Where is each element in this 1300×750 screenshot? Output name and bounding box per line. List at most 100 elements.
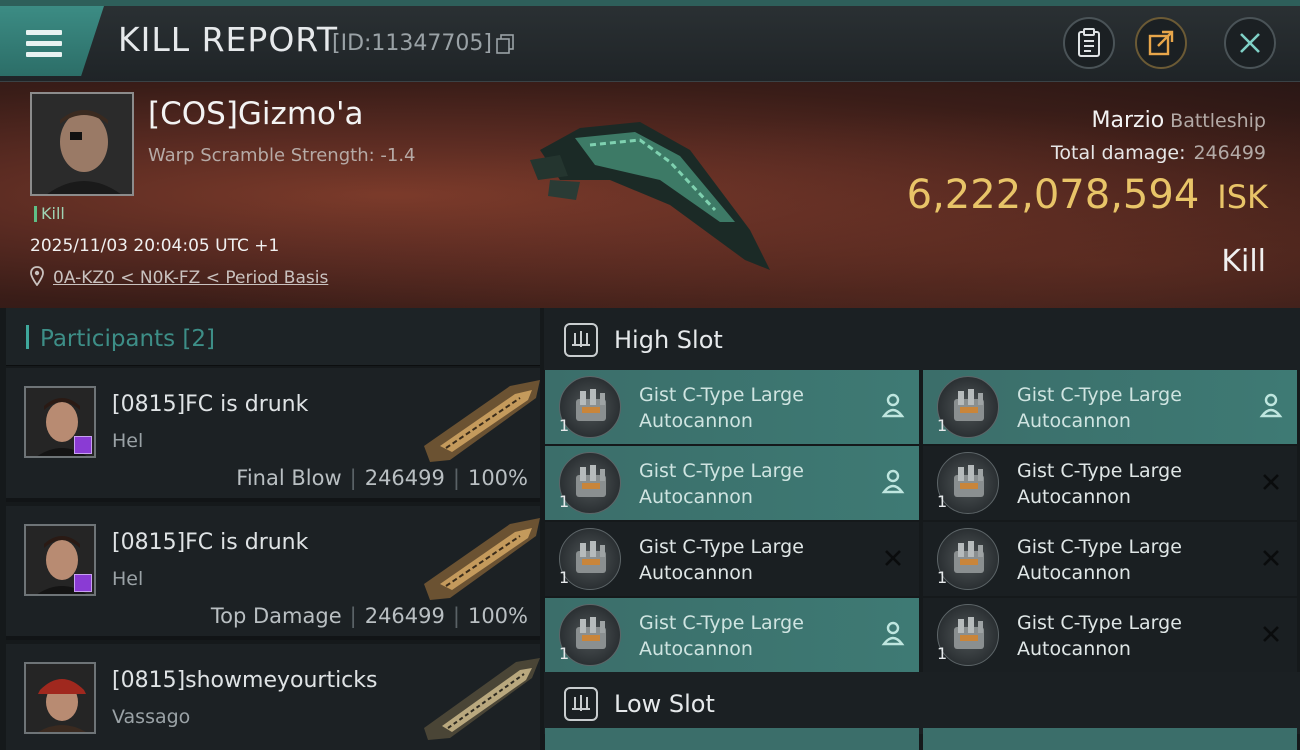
module-name: Gist C-Type Large Autocannon xyxy=(1017,460,1182,508)
ship-name: Marzio xyxy=(1091,108,1165,133)
kill-location[interactable]: 0A-KZ0 < N0K-FZ < Period Basis xyxy=(30,266,328,291)
module-quantity: 1 xyxy=(937,568,948,587)
victim-portrait[interactable] xyxy=(30,92,134,196)
participants-title: Participants [2] xyxy=(40,326,215,352)
report-id: [ID:11347705] xyxy=(332,31,492,56)
participant-stats: Top Damage | 246499 | 100% xyxy=(210,604,528,628)
module-name: Gist C-Type Large Autocannon xyxy=(1017,384,1182,432)
high-slot-label: High Slot xyxy=(614,326,723,354)
clipboard-button[interactable] xyxy=(1063,17,1115,69)
module-quantity: 1 xyxy=(559,416,570,435)
participant-role: Final Blow xyxy=(236,466,342,490)
participant-ship: Hel xyxy=(112,568,144,590)
low-slot-label: Low Slot xyxy=(614,690,715,718)
participant-badge xyxy=(74,436,92,454)
module-quantity: 1 xyxy=(937,416,948,435)
participant-row[interactable]: [0815]FC is drunk Hel Final Blow | 246499 |… xyxy=(6,368,540,502)
high-slot-header: High Slot xyxy=(544,308,1300,370)
module-name: Gist C-Type Large Autocannon xyxy=(639,536,804,584)
x-icon xyxy=(1259,468,1283,496)
close-button[interactable] xyxy=(1224,17,1276,69)
participant-badge xyxy=(74,574,92,592)
share-button[interactable] xyxy=(1135,17,1187,69)
clipboard-icon xyxy=(1078,28,1100,57)
module-name: Gist C-Type Large Autocannon xyxy=(1017,536,1182,584)
total-damage-value: 246499 xyxy=(1193,142,1266,164)
participant-name[interactable]: [0815]FC is drunk xyxy=(112,530,308,555)
person-icon xyxy=(1259,392,1283,420)
participant-percent: 100% xyxy=(467,604,528,628)
page-title: KILL REPORT xyxy=(118,20,338,59)
close-icon xyxy=(1240,33,1260,53)
module-quantity: 1 xyxy=(559,492,570,511)
participant-damage: 246499 xyxy=(364,604,445,628)
victim-name[interactable]: [COS]Gizmo'a xyxy=(148,96,364,132)
module-slot[interactable]: 1 Gist C-Type Large Autocannon xyxy=(545,522,919,596)
module-slot[interactable]: 1 Gist C-Type Large Autocannon xyxy=(923,598,1297,672)
isk-unit: ISK xyxy=(1217,178,1268,216)
x-icon xyxy=(1259,620,1283,648)
module-slot[interactable]: 1 Gist C-Type Large Autocannon xyxy=(923,370,1297,444)
low-slot-icon xyxy=(564,687,598,721)
isk-value: 6,222,078,594 ISK xyxy=(907,172,1268,218)
participant-role: Top Damage xyxy=(210,604,342,628)
low-slot-module-peek[interactable] xyxy=(923,728,1297,750)
low-slot-module-peek[interactable] xyxy=(545,728,919,750)
total-damage-label: Total damage: xyxy=(1051,142,1186,164)
module-name: Gist C-Type Large Autocannon xyxy=(639,612,804,660)
module-slot[interactable]: 1 Gist C-Type Large Autocannon xyxy=(545,598,919,672)
module-name: Gist C-Type Large Autocannon xyxy=(639,384,804,432)
module-name: Gist C-Type Large Autocannon xyxy=(639,460,804,508)
participants-header[interactable]: Participants [2] xyxy=(6,308,540,366)
participant-avatar[interactable] xyxy=(24,386,96,458)
participant-name[interactable]: [0815]FC is drunk xyxy=(112,392,308,417)
participant-name[interactable]: [0815]showmeyourticks xyxy=(112,668,377,693)
participant-ship: Vassago xyxy=(112,706,191,728)
top-accent-strip xyxy=(0,0,1300,6)
person-icon xyxy=(881,392,905,420)
participant-avatar[interactable] xyxy=(24,662,96,734)
module-slot[interactable]: 1 Gist C-Type Large Autocannon xyxy=(545,446,919,520)
module-quantity: 1 xyxy=(559,644,570,663)
participant-avatar[interactable] xyxy=(24,524,96,596)
menu-button[interactable] xyxy=(0,6,104,76)
total-damage: Total damage: 246499 xyxy=(1051,142,1266,164)
kill-tag: Kill xyxy=(34,206,65,222)
high-slot-icon xyxy=(564,323,598,357)
module-quantity: 1 xyxy=(559,568,570,587)
module-slot[interactable]: 1 Gist C-Type Large Autocannon xyxy=(923,446,1297,520)
participant-row[interactable]: [0815]FC is drunk Hel Top Damage | 246499 |… xyxy=(6,506,540,640)
victim-ship-image[interactable] xyxy=(520,110,780,280)
warp-scramble-strength: Warp Scramble Strength: -1.4 xyxy=(148,145,416,166)
location-pin-icon xyxy=(30,266,44,287)
module-slot[interactable]: 1 Gist C-Type Large Autocannon xyxy=(923,522,1297,596)
ship-class: Battleship xyxy=(1170,110,1266,132)
participant-ship-image xyxy=(424,380,540,462)
participant-stats: Final Blow | 246499 | 100% xyxy=(236,466,528,490)
module-quantity: 1 xyxy=(937,644,948,663)
participants-panel: Participants [2] [0815]FC is drunk Hel F… xyxy=(0,308,540,750)
victim-ship-name: Marzio Battleship xyxy=(1092,108,1266,133)
result-label: Kill xyxy=(1221,244,1266,279)
participant-damage: 246499 xyxy=(364,466,445,490)
participant-row[interactable]: [0815]showmeyourticks Vassago xyxy=(6,644,540,750)
module-slot[interactable]: 1 Gist C-Type Large Autocannon xyxy=(545,370,919,444)
participant-ship-image xyxy=(424,518,540,600)
participant-ship-image xyxy=(424,658,540,740)
person-icon xyxy=(881,468,905,496)
participant-ship: Hel xyxy=(112,430,144,452)
participant-percent: 100% xyxy=(467,466,528,490)
top-bar: KILL REPORT [ID:11347705] xyxy=(0,0,1300,82)
share-icon xyxy=(1148,30,1174,56)
kill-timestamp: 2025/11/03 20:04:05 UTC +1 xyxy=(30,236,280,256)
person-icon xyxy=(881,620,905,648)
module-name: Gist C-Type Large Autocannon xyxy=(1017,612,1182,660)
menu-icon xyxy=(26,30,62,58)
module-quantity: 1 xyxy=(937,492,948,511)
copy-icon[interactable] xyxy=(496,34,514,54)
location-link[interactable]: 0A-KZ0 < N0K-FZ < Period Basis xyxy=(53,268,328,288)
low-slot-header: Low Slot xyxy=(544,672,1300,734)
x-icon xyxy=(881,544,905,572)
x-icon xyxy=(1259,544,1283,572)
isk-amount: 6,222,078,594 xyxy=(906,172,1200,218)
